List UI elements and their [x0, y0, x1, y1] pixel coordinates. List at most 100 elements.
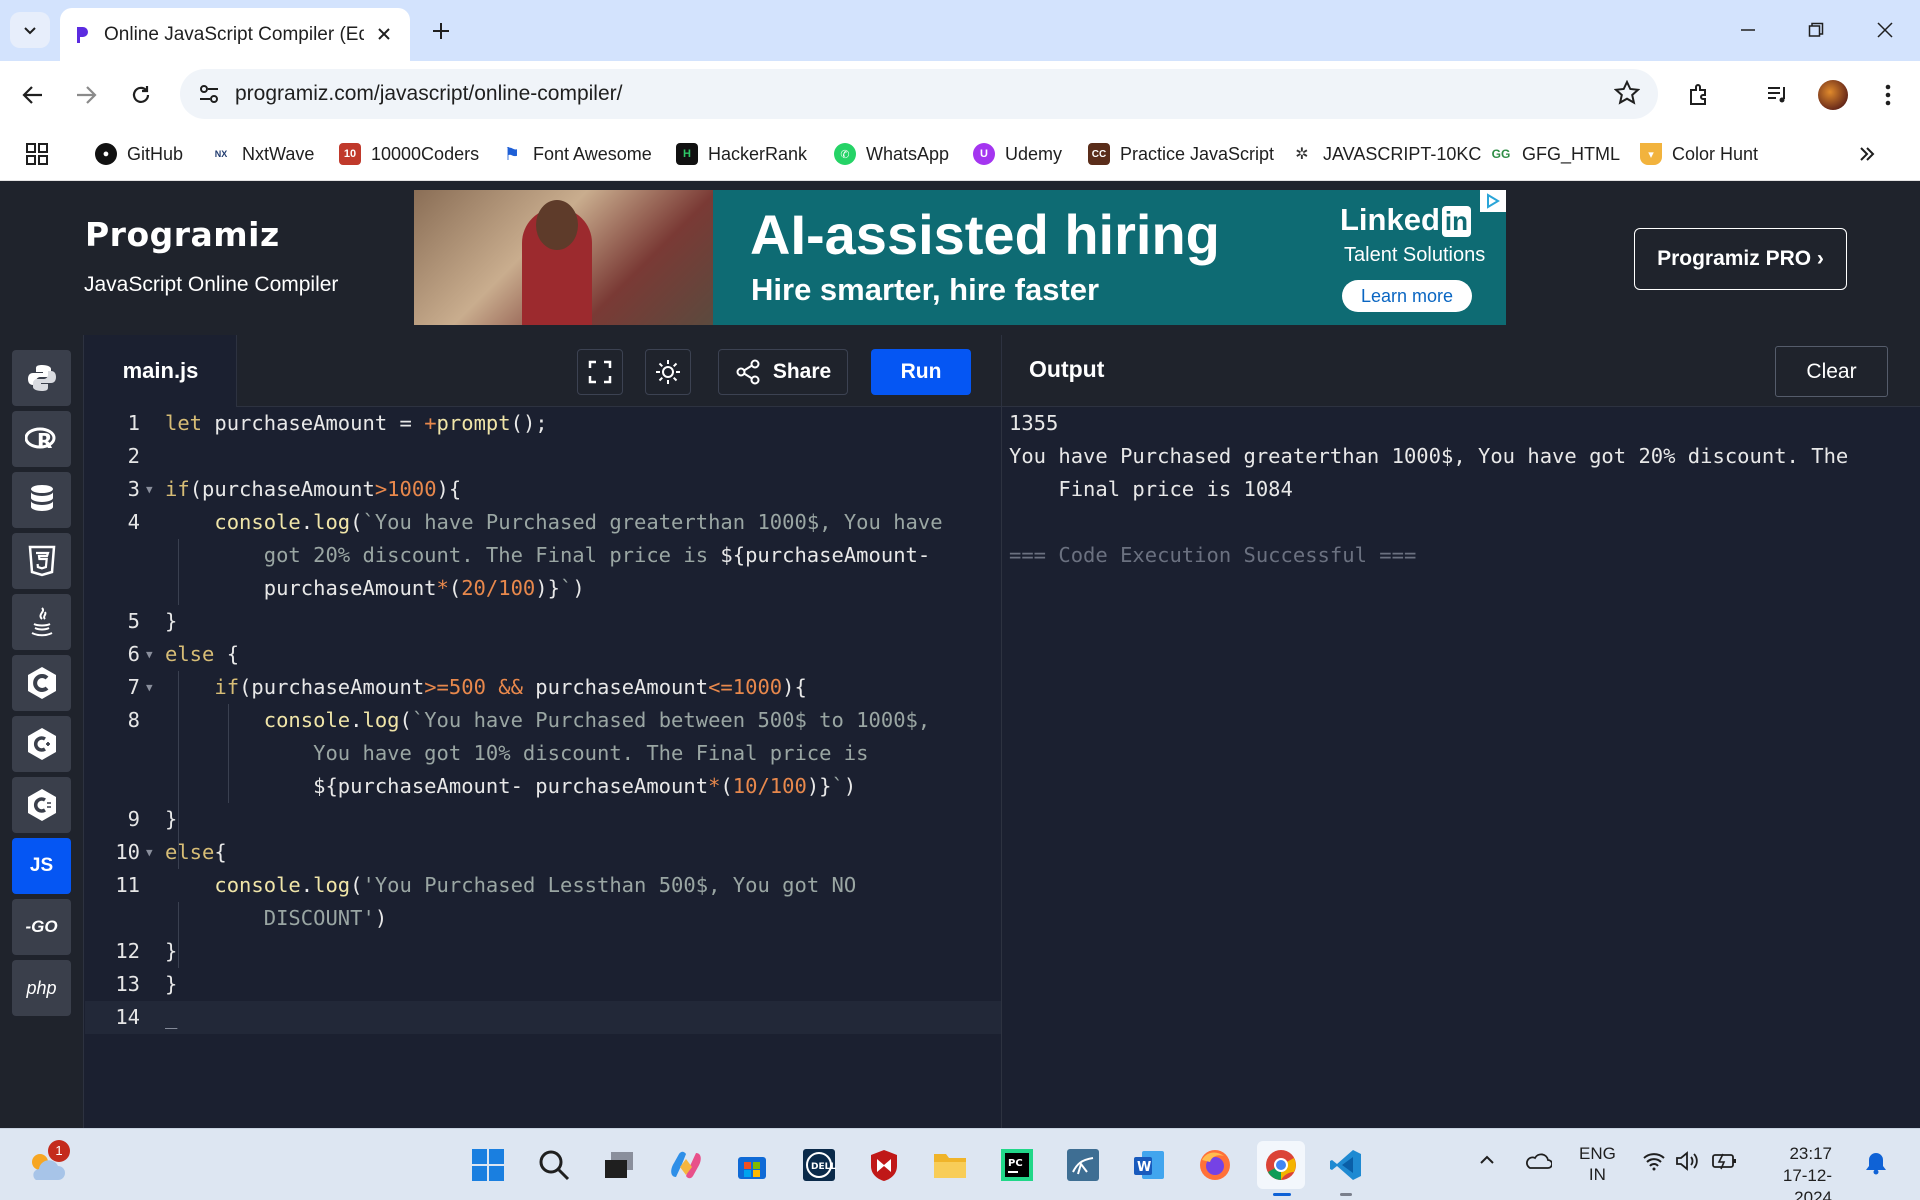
advertisement-banner[interactable]: AI-assisted hiring Hire smarter, hire fa…: [414, 190, 1506, 325]
wifi-icon[interactable]: [1642, 1151, 1666, 1176]
lang-sql-button[interactable]: [12, 472, 71, 528]
task-view-button[interactable]: [595, 1141, 643, 1189]
mysql-workbench-button[interactable]: [1059, 1141, 1107, 1189]
lang-java-button[interactable]: [12, 594, 71, 650]
ad-learn-more-button[interactable]: Learn more: [1342, 280, 1472, 312]
puzzle-icon: [1690, 84, 1706, 105]
file-explorer-button[interactable]: [926, 1141, 974, 1189]
file-tab-main-js[interactable]: main.js: [85, 335, 237, 407]
microsoft-store-button[interactable]: [728, 1141, 776, 1189]
input-language-indicator[interactable]: ENG IN: [1579, 1143, 1616, 1185]
word-button[interactable]: W: [1125, 1141, 1173, 1189]
nxtwave-icon: NX: [210, 143, 232, 165]
vscode-button[interactable]: [1322, 1141, 1370, 1189]
battery-icon[interactable]: [1711, 1151, 1739, 1176]
back-button[interactable]: [13, 75, 53, 115]
forward-button[interactable]: [66, 75, 106, 115]
apps-button[interactable]: [26, 139, 48, 169]
run-button[interactable]: Run: [871, 349, 971, 395]
bookmark-github[interactable]: ● GitHub: [95, 139, 183, 169]
browser-tab[interactable]: Online JavaScript Compiler (Edi: [60, 8, 410, 61]
lang-r-button[interactable]: R: [12, 411, 71, 467]
bookmark-star-icon[interactable]: [1613, 79, 1641, 111]
volume-icon[interactable]: [1675, 1151, 1699, 1176]
code-line: 6 ▼ else {: [127, 642, 240, 666]
restore-button[interactable]: [1791, 10, 1841, 50]
ad-brand-sub: Talent Solutions: [1344, 244, 1486, 266]
extensions-button[interactable]: [1679, 75, 1719, 115]
share-button[interactable]: Share: [718, 349, 848, 395]
bookmark-color-hunt[interactable]: ▾ Color Hunt: [1640, 139, 1758, 169]
close-tab-icon[interactable]: [372, 22, 396, 46]
reload-button[interactable]: [121, 75, 161, 115]
new-tab-button[interactable]: [424, 14, 458, 48]
bookmark-practice-javascript[interactable]: CC Practice JavaScript: [1088, 139, 1274, 169]
output-line: You have Purchased greaterthan 1000$, Yo…: [1009, 444, 1849, 468]
clock[interactable]: 23:17 17-12-2024: [1752, 1143, 1832, 1200]
c-lang-icon: [27, 667, 56, 699]
output-line: 1355: [1009, 411, 1059, 435]
notification-bell-icon[interactable]: [1865, 1151, 1887, 1180]
gfg-icon: GG: [1490, 143, 1512, 165]
lang-php-button[interactable]: php: [12, 960, 71, 1016]
bookmark-gfg-html[interactable]: GG GFG_HTML: [1490, 139, 1620, 169]
ad-subline: Hire smarter, hire faster: [751, 272, 1100, 307]
minimize-button[interactable]: [1723, 10, 1773, 50]
share-label: Share: [772, 360, 832, 383]
mysql-workbench-icon: [1067, 1149, 1099, 1181]
restore-icon: [1808, 22, 1824, 37]
chevron-down-icon: [24, 27, 36, 35]
code-line: DISCOUNT'): [165, 906, 388, 930]
fullscreen-button[interactable]: [577, 349, 623, 395]
lang-go-button[interactable]: -GO: [12, 899, 71, 955]
show-hidden-icons-button[interactable]: [1478, 1151, 1496, 1174]
programiz-pro-button[interactable]: Programiz PRO ›: [1634, 228, 1847, 290]
lang-html-button[interactable]: [12, 533, 71, 589]
share-icon: [736, 359, 760, 385]
copilot-button[interactable]: [662, 1141, 710, 1189]
vscode-icon: [1330, 1150, 1361, 1180]
bookmark-font-awesome[interactable]: ⚑ Font Awesome: [501, 139, 652, 169]
code-line: 1 let purchaseAmount = +prompt();: [127, 411, 548, 435]
hackerrank-icon: H: [676, 143, 698, 165]
lang-javascript-button[interactable]: JS: [12, 838, 71, 894]
code-line: 13}: [115, 972, 178, 996]
bookmark-nxtwave[interactable]: NX NxtWave: [210, 139, 314, 169]
lang-csharp-button[interactable]: [12, 777, 71, 833]
chrome-button[interactable]: [1257, 1141, 1305, 1189]
theme-toggle-button[interactable]: [645, 349, 691, 395]
browser-menu-button[interactable]: [1868, 75, 1908, 115]
start-button[interactable]: [464, 1141, 512, 1189]
firefox-button[interactable]: [1191, 1141, 1239, 1189]
programiz-logo[interactable]: Programiz: [85, 215, 280, 254]
code-line: 3 ▼ if(purchaseAmount>1000){: [127, 477, 462, 501]
media-controls-button[interactable]: [1758, 75, 1798, 115]
clear-button[interactable]: Clear: [1775, 346, 1888, 397]
bookmark-whatsapp[interactable]: ✆ WhatsApp: [834, 139, 949, 169]
tab-search-button[interactable]: [10, 12, 50, 48]
code-line: 5}: [127, 609, 178, 633]
cpp-icon: [27, 728, 56, 760]
search-button[interactable]: [530, 1141, 578, 1189]
more-bookmarks-button[interactable]: [1858, 139, 1876, 169]
python-icon: [27, 365, 56, 391]
close-window-button[interactable]: [1860, 10, 1910, 50]
bookmark-udemy[interactable]: U Udemy: [973, 139, 1062, 169]
lang-cpp-button[interactable]: [12, 716, 71, 772]
onedrive-icon[interactable]: [1524, 1151, 1553, 1176]
profile-avatar[interactable]: [1813, 75, 1853, 115]
mcafee-button[interactable]: [860, 1141, 908, 1189]
color-hunt-icon: ▾: [1640, 143, 1662, 165]
code-line-current: 14 _: [85, 1001, 1001, 1034]
dell-app-button[interactable]: DELL: [795, 1141, 843, 1189]
adchoices-icon[interactable]: [1480, 190, 1506, 212]
minimize-icon: [1741, 29, 1755, 31]
windows-icon: [472, 1149, 504, 1181]
pycharm-button[interactable]: PC: [993, 1141, 1041, 1189]
lang-c-button[interactable]: [12, 655, 71, 711]
bookmark-hackerrank[interactable]: H HackerRank: [676, 139, 807, 169]
bookmark-javascript-10kc[interactable]: ✲ JAVASCRIPT-10KC: [1291, 139, 1481, 169]
lang-python-button[interactable]: [12, 350, 71, 406]
bookmark-10000coders[interactable]: 10 10000Coders: [339, 139, 479, 169]
address-bar[interactable]: programiz.com/javascript/online-compiler…: [180, 69, 1658, 119]
